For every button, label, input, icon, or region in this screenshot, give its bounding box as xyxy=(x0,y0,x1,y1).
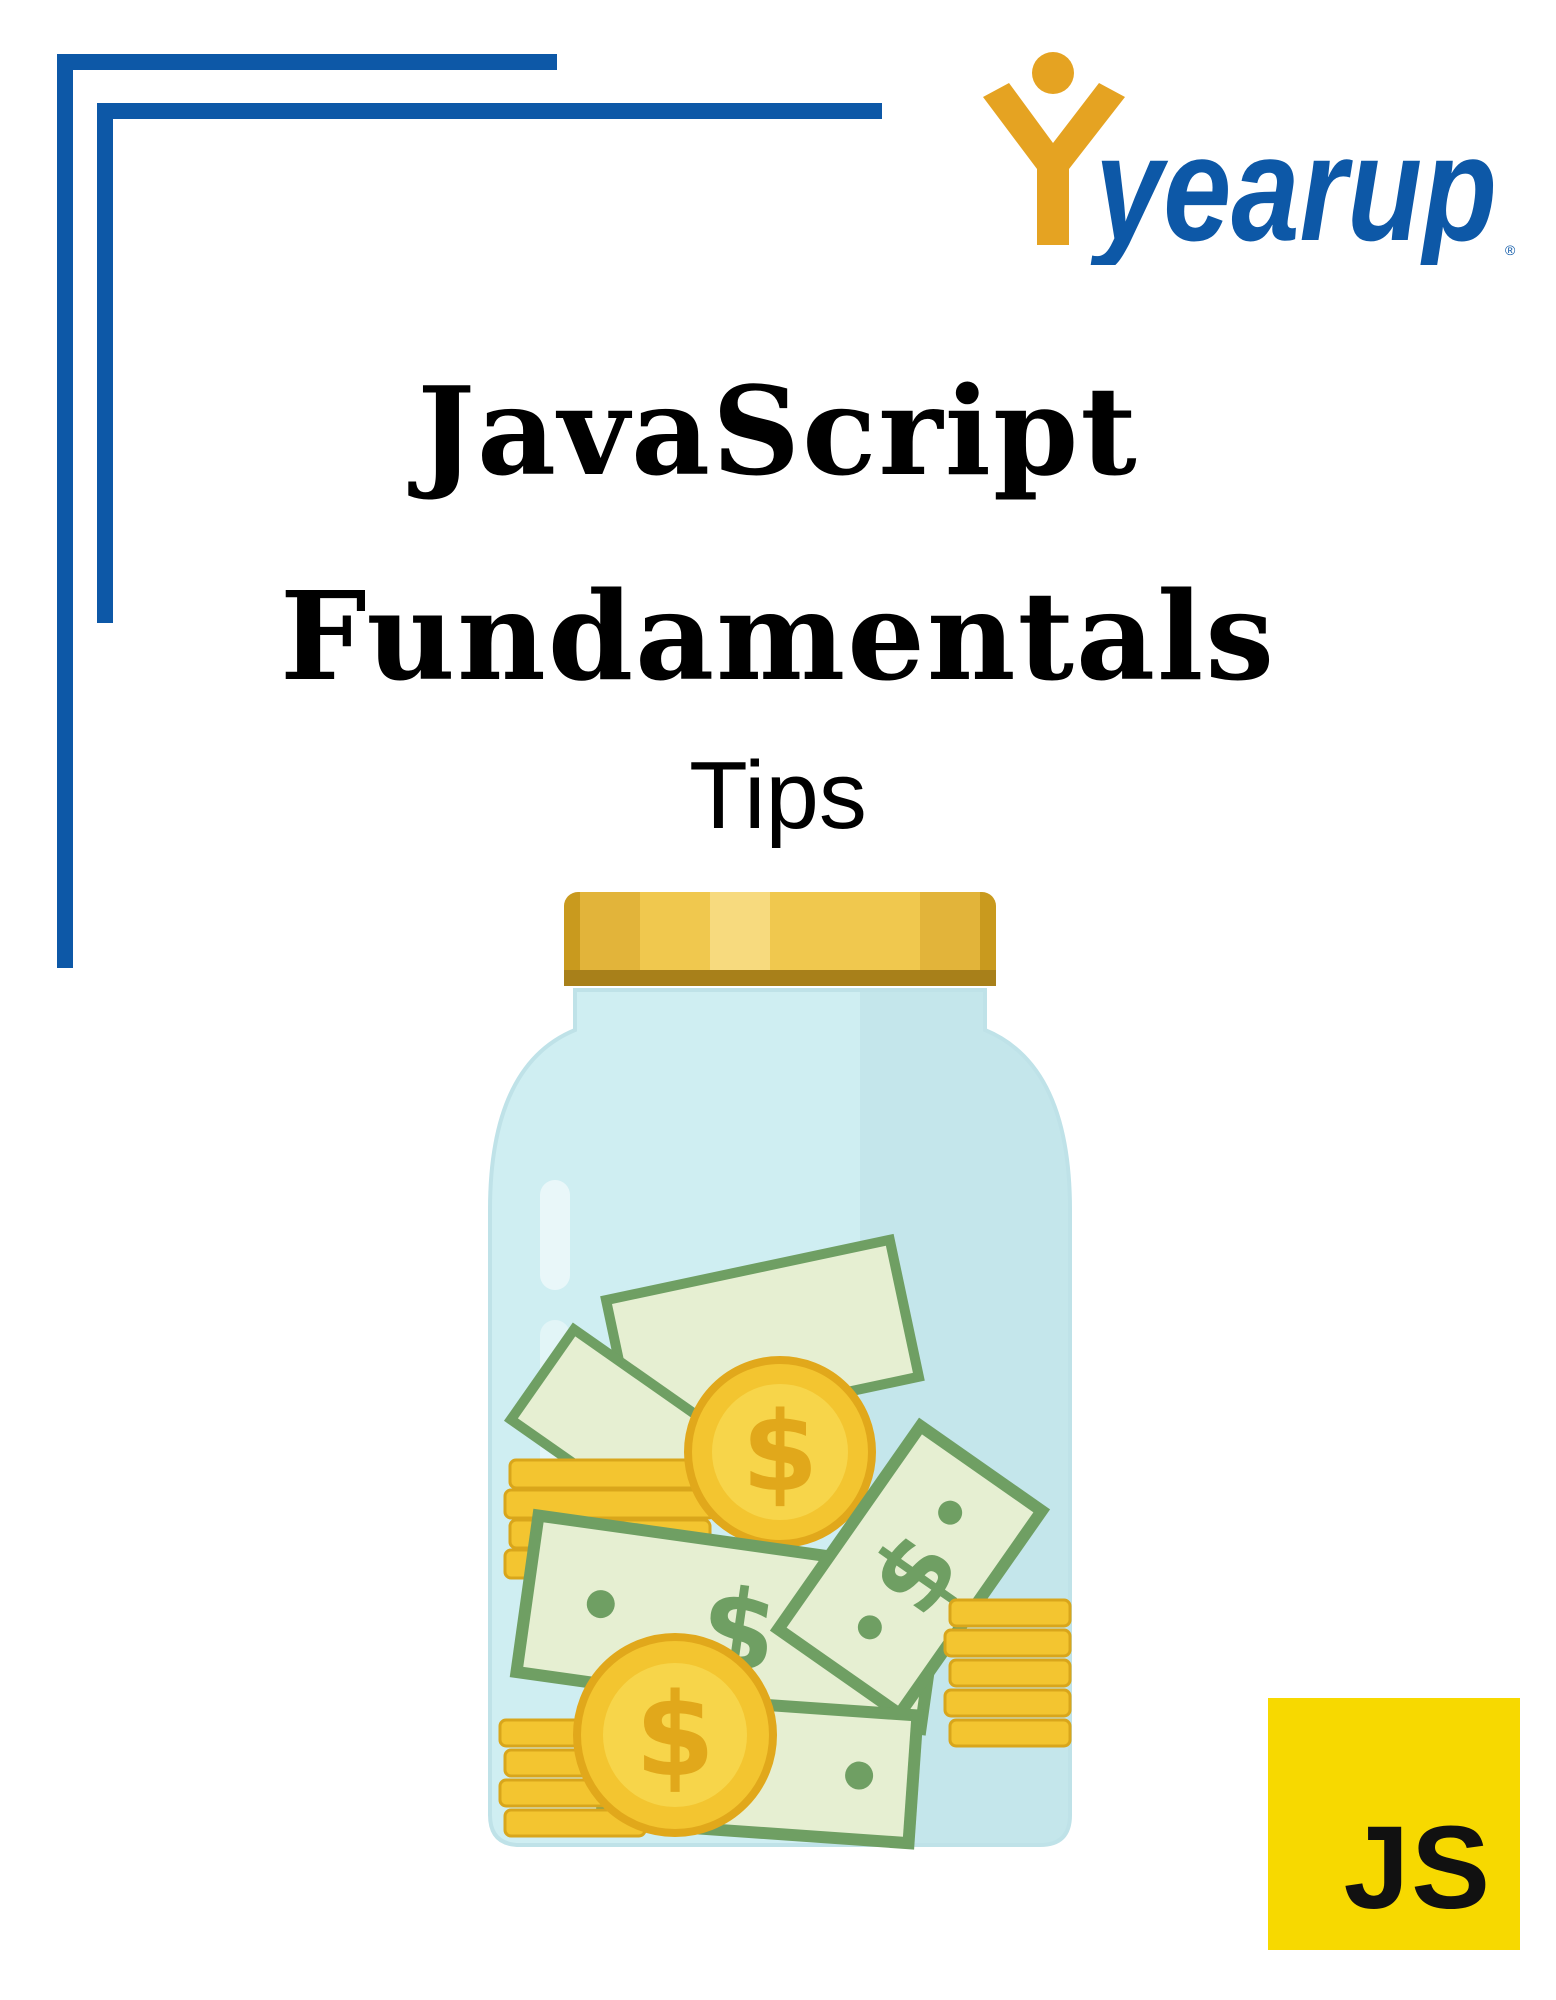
js-logo-badge: JS xyxy=(1268,1698,1520,1950)
corner-bracket-inner-left xyxy=(97,103,113,623)
js-logo-text: JS xyxy=(1343,1802,1492,1934)
svg-text:$: $ xyxy=(742,1388,819,1516)
title-line-1: JavaScript xyxy=(417,359,1139,503)
money-jar-icon: $ $ $ $ $ xyxy=(488,892,1072,1850)
yearup-logo: yearup ® xyxy=(983,52,1516,265)
corner-bracket-inner-top xyxy=(97,103,882,119)
corner-bracket-outer-top xyxy=(57,54,557,70)
registered-mark: ® xyxy=(1505,242,1516,258)
svg-text:$: $ xyxy=(635,1669,715,1803)
title-line-2: Fundamentals xyxy=(279,564,1277,708)
logo-wordmark: yearup xyxy=(1089,104,1497,265)
subtitle: Tips xyxy=(689,742,867,849)
